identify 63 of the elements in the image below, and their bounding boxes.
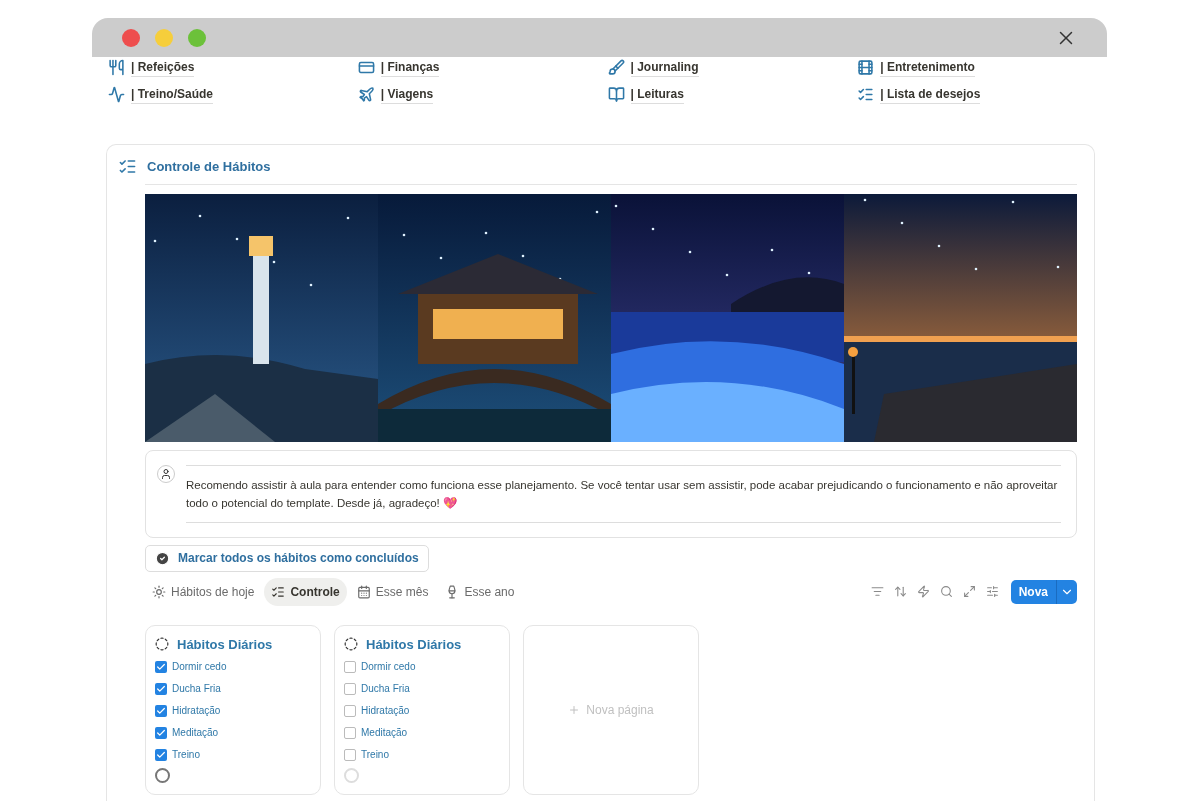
checkbox[interactable] <box>155 748 167 761</box>
checkbox[interactable] <box>344 660 356 673</box>
habit-label: Treino <box>361 748 389 762</box>
check-circle-icon <box>155 550 170 566</box>
checkbox[interactable] <box>155 726 167 739</box>
search-icon[interactable] <box>939 585 953 598</box>
habit-label: Dormir cedo <box>172 660 227 674</box>
page-link[interactable]: | Treino/Saúde <box>131 85 214 104</box>
habit-label: Ducha Fria <box>361 682 410 696</box>
pulse-icon <box>108 86 125 103</box>
checkbox[interactable] <box>155 660 167 673</box>
checkbox[interactable] <box>344 726 356 739</box>
plane-icon <box>357 86 375 103</box>
close-window-control[interactable] <box>122 28 140 47</box>
habit-label: Hidratação <box>361 704 410 718</box>
sun-icon <box>152 584 166 599</box>
plus-icon <box>568 703 581 716</box>
page-link[interactable]: | Finanças <box>380 58 440 77</box>
checklist-icon <box>857 86 875 103</box>
page-link[interactable]: | Leituras <box>630 85 684 104</box>
dashed-circle-icon <box>155 637 169 652</box>
expand-icon[interactable] <box>962 585 976 598</box>
habit-label: Meditação <box>361 726 408 740</box>
calendar-icon <box>356 584 371 599</box>
page-link[interactable]: | Refeições <box>131 58 195 77</box>
card-title: Hábitos Diários <box>366 635 462 654</box>
page-link[interactable]: | Entretenimento <box>880 58 975 77</box>
habit-label: Hidratação <box>172 704 221 718</box>
habit-card[interactable]: Hábitos Diários Dormir cedo Ducha Fria Hidratação Meditação Treino <box>145 624 321 795</box>
checkbox[interactable] <box>344 704 356 717</box>
page-link[interactable]: | Journaling <box>630 58 699 77</box>
habit-card[interactable]: Hábitos Diários Dormir cedo Ducha Fria Hidratação Meditação Treino <box>334 624 510 795</box>
filter-icon[interactable] <box>870 585 884 598</box>
view-tab[interactable]: Hábitos de hoje <box>145 577 262 606</box>
card-title: Hábitos Diários <box>177 635 273 654</box>
settings-icon[interactable] <box>985 585 999 598</box>
view-tab[interactable]: Esse ano <box>438 577 522 606</box>
checkbox[interactable] <box>155 682 167 695</box>
new-button[interactable]: Nova <box>1010 579 1056 604</box>
checklist-icon <box>271 584 286 599</box>
film-icon <box>857 59 875 76</box>
habit-label: Treino <box>172 748 200 762</box>
brush-icon <box>607 59 625 76</box>
habit-label: Ducha Fria <box>172 682 221 696</box>
habit-label: Meditação <box>172 726 219 740</box>
page-link[interactable]: | Lista de desejos <box>880 85 981 104</box>
section-title: Controle de Hábitos <box>147 158 271 176</box>
checkbox[interactable] <box>344 682 356 695</box>
new-dropdown-button[interactable] <box>1056 579 1077 604</box>
book-icon <box>607 86 625 103</box>
sort-icon[interactable] <box>893 585 907 598</box>
mark-all-button[interactable]: Marcar todos os hábitos como concluídos <box>145 544 429 572</box>
utensils-icon <box>108 59 125 76</box>
checkbox[interactable] <box>344 748 356 761</box>
view-tab[interactable]: Controle <box>264 577 347 606</box>
callout-text: Recomendo assistir à aula para entender como funciona esse planejamento. Se você tentar usar sem assistir, pode acabar prejudicando o funcionamento e não aproveitar todo o potencial do template. Desde já, agradeço! 💖 <box>186 477 1059 511</box>
habit-label: Dormir cedo <box>361 660 416 674</box>
page-link[interactable]: | Viagens <box>380 85 434 104</box>
card-icon <box>357 59 375 76</box>
view-tab[interactable]: Esse mês <box>349 577 436 606</box>
checkbox[interactable] <box>155 704 167 717</box>
lightning-icon[interactable] <box>916 585 930 598</box>
dashed-circle-icon <box>344 637 358 652</box>
